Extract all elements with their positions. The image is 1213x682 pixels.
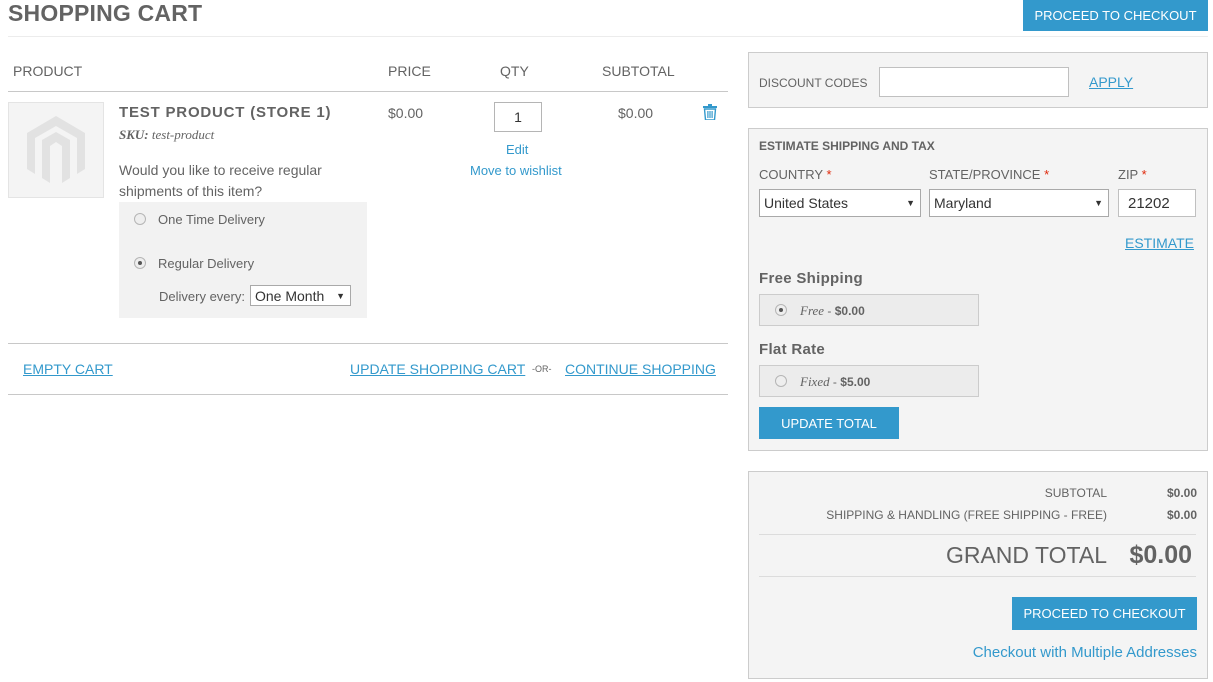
recurring-question: Would you like to receive regular shipme… [119, 162, 322, 199]
grand-total-divider [759, 576, 1196, 577]
state-select[interactable]: Maryland ▼ [929, 189, 1109, 217]
one-time-delivery-radio[interactable] [134, 213, 146, 225]
trash-icon[interactable] [703, 104, 717, 125]
grand-total-value: $0.00 [1129, 541, 1192, 569]
actions-divider [8, 394, 728, 395]
apply-discount-button[interactable]: APPLY [1089, 74, 1133, 90]
edit-link[interactable]: Edit [506, 142, 528, 157]
product-sku: SKU: test-product [119, 127, 214, 143]
zip-label-text: ZIP [1118, 167, 1138, 182]
subtotal-value: $0.00 [1166, 486, 1197, 500]
subtotal-label: SUBTOTAL [1044, 486, 1107, 500]
product-thumbnail[interactable] [8, 102, 104, 198]
header-divider [8, 36, 1208, 37]
or-separator: -OR- [532, 364, 552, 374]
regular-delivery-label[interactable]: Regular Delivery [158, 256, 254, 271]
free-price: $0.00 [834, 304, 865, 318]
required-mark: * [1141, 167, 1147, 182]
proceed-to-checkout-top-button[interactable]: PROCEED TO CHECKOUT [1023, 0, 1208, 31]
country-value: United States [764, 195, 849, 211]
flat-rate-radio[interactable] [775, 375, 787, 387]
delivery-every-value: One Month [255, 287, 325, 304]
free-shipping-option[interactable]: Free - $0.00 [759, 294, 979, 326]
sku-value: test-product [151, 127, 215, 142]
row-divider [8, 343, 728, 344]
update-total-button[interactable]: UPDATE TOTAL [759, 407, 899, 439]
page-title: SHOPPING CART [8, 0, 203, 26]
product-placeholder-icon [27, 116, 85, 183]
state-label: STATE/PROVINCE * [929, 167, 1049, 182]
update-shopping-cart-button[interactable]: UPDATE SHOPPING CART [350, 361, 525, 377]
totals-divider [759, 534, 1196, 535]
free-shipping-title: Free Shipping [759, 270, 863, 287]
chevron-down-icon: ▼ [336, 290, 345, 301]
table-header-divider [8, 91, 728, 92]
shipping-value: $0.00 [1166, 508, 1197, 522]
regular-delivery-radio[interactable] [134, 257, 146, 269]
chevron-down-icon: ▼ [1094, 198, 1103, 208]
free-method: Free [800, 303, 825, 318]
column-header-price: PRICE [388, 63, 431, 79]
estimate-shipping-title: ESTIMATE SHIPPING AND TAX [759, 139, 935, 153]
flat-rate-option[interactable]: Fixed - $5.00 [759, 365, 979, 397]
delivery-every-label: Delivery every: [159, 289, 245, 304]
free-shipping-radio[interactable] [775, 304, 787, 316]
qty-input[interactable]: 1 [494, 102, 542, 132]
column-header-qty: QTY [500, 63, 529, 79]
flat-price: $5.00 [840, 375, 871, 389]
discount-codes-label: DISCOUNT CODES [759, 76, 868, 90]
chevron-down-icon: ▼ [906, 198, 915, 208]
flat-rate-rate: Fixed - $5.00 [800, 374, 871, 389]
state-label-text: STATE/PROVINCE [929, 167, 1041, 182]
checkout-multiple-addresses-link[interactable]: Checkout with Multiple Addresses [960, 644, 1197, 661]
state-value: Maryland [934, 195, 992, 211]
one-time-delivery-label[interactable]: One Time Delivery [158, 212, 265, 227]
column-header-product: PRODUCT [13, 63, 83, 79]
country-label: COUNTRY * [759, 167, 832, 182]
required-mark: * [826, 167, 832, 182]
delivery-every-select[interactable]: One Month ▼ [250, 285, 351, 306]
country-label-text: COUNTRY [759, 167, 823, 182]
continue-shopping-button[interactable]: CONTINUE SHOPPING [565, 361, 716, 377]
zip-label: ZIP * [1118, 167, 1147, 182]
proceed-to-checkout-bottom-button[interactable]: PROCEED TO CHECKOUT [1012, 597, 1197, 630]
discount-code-input[interactable] [879, 67, 1069, 97]
zip-input[interactable]: 21202 [1118, 189, 1196, 217]
shipping-label: SHIPPING & HANDLING (FREE SHIPPING - FRE… [826, 508, 1107, 522]
free-shipping-rate: Free - $0.00 [800, 303, 865, 318]
column-header-subtotal: SUBTOTAL [602, 63, 675, 79]
estimate-button[interactable]: ESTIMATE [1125, 235, 1194, 251]
product-name[interactable]: TEST PRODUCT (STORE 1) [119, 104, 331, 121]
sku-label: SKU: [119, 127, 149, 142]
grand-total-label: GRAND TOTAL [945, 542, 1107, 568]
empty-cart-button[interactable]: EMPTY CART [23, 361, 113, 377]
country-select[interactable]: United States ▼ [759, 189, 921, 217]
move-to-wishlist-link[interactable]: Move to wishlist [470, 163, 562, 178]
flat-method: Fixed [800, 374, 830, 389]
flat-rate-title: Flat Rate [759, 341, 826, 358]
item-subtotal: $0.00 [618, 105, 654, 121]
required-mark: * [1044, 167, 1050, 182]
item-price: $0.00 [388, 105, 424, 121]
